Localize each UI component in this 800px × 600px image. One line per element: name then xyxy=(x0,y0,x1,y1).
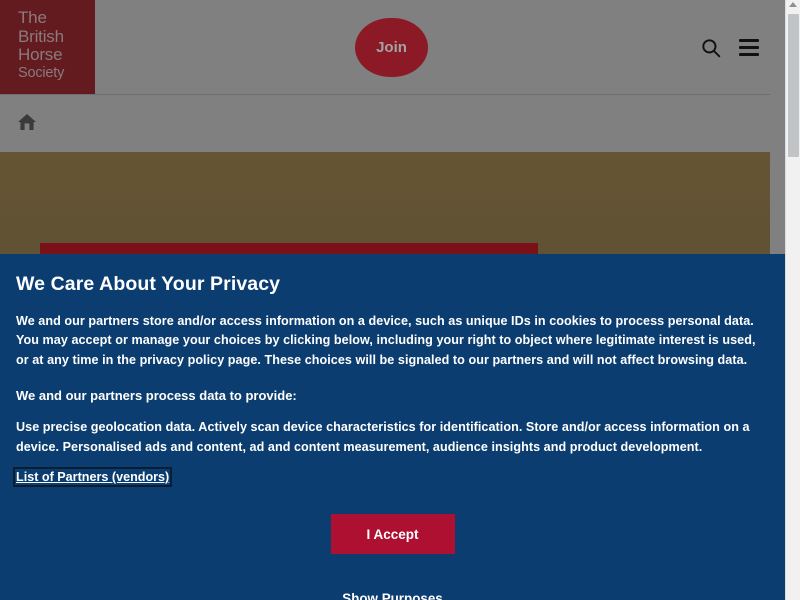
hamburger-menu-icon[interactable] xyxy=(739,39,759,56)
logo-line-society: Society xyxy=(18,64,65,81)
join-button[interactable]: Join xyxy=(355,18,428,77)
show-purposes-row: Show Purposes xyxy=(16,554,769,600)
privacy-dialog-title: We Care About Your Privacy xyxy=(16,273,281,295)
list-of-partners-link[interactable]: List of Partners (vendors) xyxy=(12,467,173,488)
logo-line-british: British xyxy=(18,26,64,46)
home-icon[interactable] xyxy=(17,113,37,131)
logo-line-horse: Horse xyxy=(18,45,63,64)
search-icon[interactable] xyxy=(701,38,721,58)
scrollbar-thumb[interactable] xyxy=(788,14,799,157)
site-logo[interactable]: The British Horse Society xyxy=(0,0,95,94)
privacy-purposes-text: Use precise geolocation data. Actively s… xyxy=(16,420,750,454)
site-header: The British Horse Society Join xyxy=(0,0,770,95)
privacy-consent-dialog: We Care About Your Privacy We and our pa… xyxy=(0,254,785,600)
page-scrollbar[interactable] xyxy=(785,0,800,600)
breadcrumb xyxy=(0,96,770,152)
vendors-link-row: List of Partners (vendors) xyxy=(12,457,769,488)
page-root: The British Horse Society Join We Care A… xyxy=(0,0,800,600)
logo-line-the: The xyxy=(18,8,47,27)
accept-button[interactable]: I Accept xyxy=(330,514,455,555)
privacy-dialog-body: We and our partners store and/or access … xyxy=(16,314,756,367)
privacy-actions: I Accept xyxy=(16,486,769,555)
scroll-up-arrow-icon[interactable] xyxy=(789,2,797,7)
privacy-purposes-heading: We and our partners process data to prov… xyxy=(16,388,297,404)
show-purposes-link[interactable]: Show Purposes xyxy=(342,591,442,600)
